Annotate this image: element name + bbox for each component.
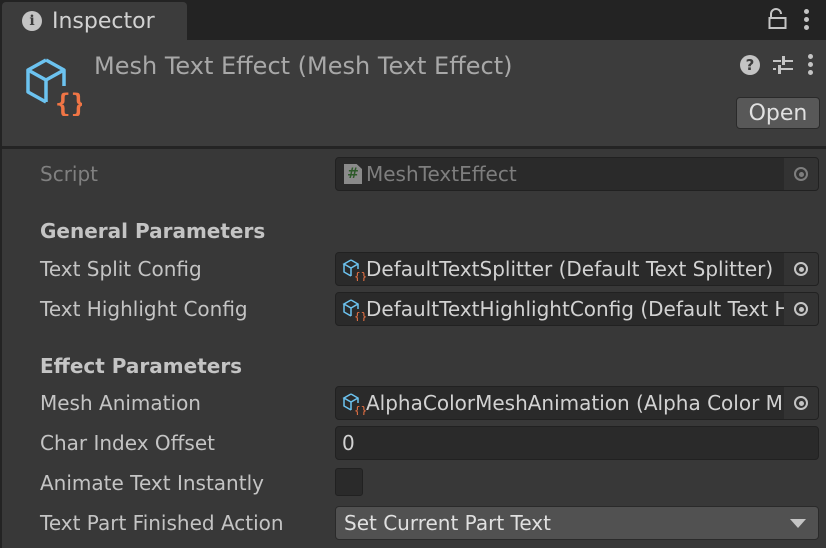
text-highlight-config-field[interactable]: {} DefaultTextHighlightConfig (Default T…	[335, 292, 819, 326]
scriptable-object-icon: {}	[342, 393, 366, 415]
text-split-config-field[interactable]: {} DefaultTextSplitter (Default Text Spl…	[335, 252, 819, 286]
tab-bar: i Inspector	[0, 0, 826, 40]
component-menu-icon[interactable]	[806, 54, 814, 75]
text-part-finished-action-row: Text Part Finished Action Set Current Pa…	[2, 506, 826, 540]
scriptable-object-icon: {}	[342, 299, 366, 321]
object-picker-button[interactable]	[784, 387, 818, 419]
scriptable-object-icon: {}	[26, 58, 82, 116]
chevron-down-icon	[790, 518, 806, 528]
animate-text-instantly-checkbox[interactable]	[335, 468, 363, 496]
char-index-offset-value: 0	[342, 431, 355, 455]
animate-text-instantly-row: Animate Text Instantly	[2, 466, 826, 500]
inspector-header: {} Mesh Text Effect (Mesh Text Effect) ?…	[2, 40, 826, 149]
object-picker-icon	[794, 302, 808, 316]
mesh-animation-label: Mesh Animation	[40, 391, 201, 415]
svg-text:{}: {}	[55, 89, 82, 116]
presets-sliders-icon[interactable]	[772, 55, 794, 75]
csharp-script-icon: #	[344, 164, 362, 184]
lock-open-icon[interactable]	[768, 8, 788, 30]
tab-tools	[768, 8, 810, 30]
char-index-offset-row: Char Index Offset 0	[2, 426, 826, 460]
mesh-animation-value: AlphaColorMeshAnimation (Alpha Color Mes…	[366, 391, 784, 415]
object-picker-icon	[794, 262, 808, 276]
animate-text-instantly-label: Animate Text Instantly	[40, 471, 264, 495]
text-part-finished-action-dropdown[interactable]: Set Current Part Text	[335, 506, 819, 540]
tab-label: Inspector	[52, 8, 155, 34]
script-value: MeshTextEffect	[366, 162, 517, 186]
object-picker-button	[784, 158, 818, 190]
object-picker-button[interactable]	[784, 253, 818, 285]
script-label: Script	[40, 162, 99, 186]
tab-inspector[interactable]: i Inspector	[2, 2, 187, 40]
text-split-config-value: DefaultTextSplitter (Default Text Splitt…	[366, 257, 774, 281]
object-picker-button[interactable]	[784, 293, 818, 325]
help-icon[interactable]: ?	[740, 54, 760, 75]
info-icon: i	[22, 11, 42, 31]
text-highlight-config-value: DefaultTextHighlightConfig (Default Text…	[366, 297, 784, 321]
object-picker-icon	[794, 396, 808, 410]
script-field: # MeshTextEffect	[335, 157, 819, 191]
text-split-config-row: Text Split Config {} DefaultTextSplitter…	[2, 252, 826, 286]
component-title: Mesh Text Effect (Mesh Text Effect)	[94, 52, 513, 80]
text-highlight-config-row: Text Highlight Config {} DefaultTextHigh…	[2, 292, 826, 326]
svg-text:{}: {}	[354, 270, 366, 281]
open-button[interactable]: Open	[736, 97, 820, 129]
text-part-finished-action-label: Text Part Finished Action	[40, 511, 284, 535]
tab-menu-icon[interactable]	[802, 8, 810, 30]
svg-text:{}: {}	[354, 310, 366, 321]
mesh-animation-field[interactable]: {} AlphaColorMeshAnimation (Alpha Color …	[335, 386, 819, 420]
object-picker-icon	[794, 167, 808, 181]
inspector-panel: {} Mesh Text Effect (Mesh Text Effect) ?…	[2, 40, 826, 548]
svg-text:{}: {}	[354, 404, 366, 415]
section-general-parameters: General Parameters	[40, 219, 266, 243]
section-effect-parameters: Effect Parameters	[40, 354, 243, 378]
script-row: Script # MeshTextEffect	[2, 157, 826, 191]
text-highlight-config-label: Text Highlight Config	[40, 297, 248, 321]
scriptable-object-icon: {}	[342, 259, 366, 281]
char-index-offset-label: Char Index Offset	[40, 431, 215, 455]
char-index-offset-input[interactable]: 0	[335, 426, 819, 460]
mesh-animation-row: Mesh Animation {} AlphaColorMeshAnimatio…	[2, 386, 826, 420]
header-tools: ?	[740, 54, 814, 75]
text-split-config-label: Text Split Config	[40, 257, 202, 281]
text-part-finished-action-value: Set Current Part Text	[344, 511, 551, 535]
